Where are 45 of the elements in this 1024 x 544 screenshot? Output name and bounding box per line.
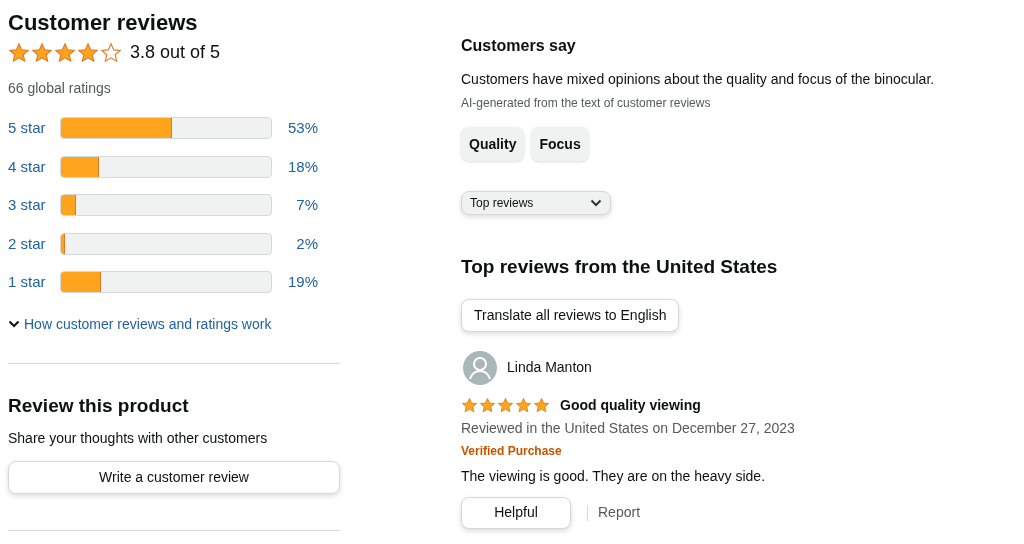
star-icon [461,396,478,414]
helpful-button[interactable]: Helpful [461,496,571,529]
summary-text: Customers have mixed opinions about the quality and focus of the binocular. [461,70,935,89]
star-level-link[interactable]: 5 star [8,117,60,140]
percent-link[interactable]: 7% [272,194,318,217]
section-title: Customer reviews [8,10,199,36]
review-text: The viewing is good. They are on the heavy side. [461,466,766,486]
review-title[interactable]: Good quality viewing [560,394,701,416]
star-icon [515,396,532,414]
review-date: Reviewed in the United States on December 27, 2023 [461,418,795,438]
percent-link[interactable]: 2% [272,232,318,255]
avatar-icon [463,350,497,385]
star-icon [54,41,76,64]
prompt-text: Share your thoughts with other customers [8,429,269,448]
star-icon [77,41,99,64]
write-review-button[interactable]: Write a customer review [8,461,340,494]
star-level-link[interactable]: 4 star [8,155,60,178]
star-icon [31,41,53,64]
section-title: Customers say [461,36,576,56]
chevron-down-icon [8,319,20,329]
ratings-count: 66 global ratings [8,79,112,98]
percent-link[interactable]: 18% [272,155,318,178]
percent-link[interactable]: 53% [272,117,318,140]
star-icon [533,396,550,414]
sort-dropdown[interactable]: Top reviews [461,191,611,215]
star-icon [497,396,514,414]
section-title: Review this product [8,393,190,418]
aspect-chip[interactable]: Focus [531,127,589,161]
info-link[interactable]: How customer reviews and ratings work [24,313,272,335]
star-icon [479,396,496,414]
translate-button[interactable]: Translate all reviews to English [461,298,680,332]
star-level-link[interactable]: 2 star [8,232,60,255]
chevron-down-icon [590,198,602,208]
star-level-link[interactable]: 1 star [8,271,60,294]
rating-text: 3.8 out of 5 [130,41,221,64]
percent-link[interactable]: 19% [272,271,318,294]
aspect-chip[interactable]: Quality [461,127,525,161]
star-icon [8,41,30,64]
section-title: Top reviews from the United States [461,255,778,279]
verified-purchase-label: Verified Purchase [461,442,562,460]
reviewer-name[interactable]: Linda Manton [507,357,592,378]
report-link[interactable]: Report [598,502,641,523]
ai-note: AI-generated from the text of customer reviews [461,95,711,112]
empty-star-icon [100,41,122,64]
star-level-link[interactable]: 3 star [8,194,60,217]
